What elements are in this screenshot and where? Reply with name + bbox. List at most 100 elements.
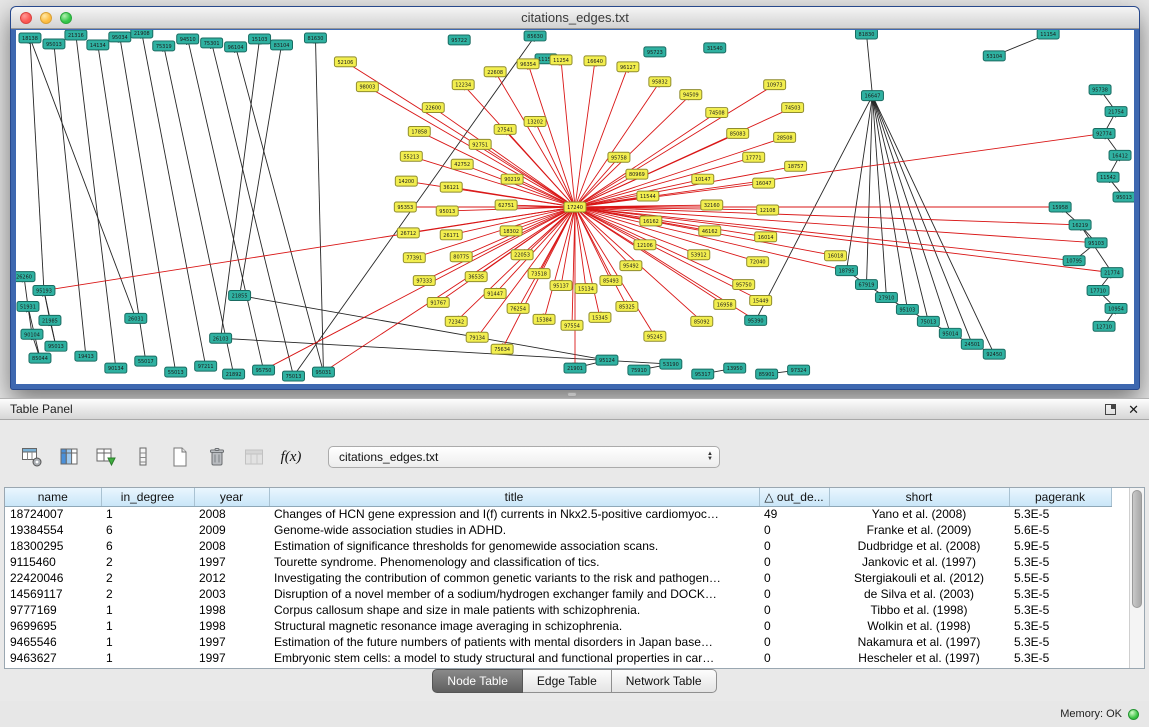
graph-node[interactable]: 17858 — [408, 126, 430, 136]
table-settings-button[interactable] — [18, 443, 46, 471]
column-header-year[interactable]: year — [194, 488, 269, 506]
graph-node[interactable]: 28508 — [774, 132, 796, 142]
graph-node[interactable]: 95034 — [109, 32, 131, 42]
import-table-button[interactable] — [240, 443, 268, 471]
graph-node[interactable]: 75301 — [201, 38, 223, 48]
graph-node[interactable]: 17710 — [1087, 286, 1109, 296]
table-row[interactable]: 1938455462009Genome-wide association stu… — [5, 522, 1111, 538]
graph-node[interactable]: 94510 — [177, 34, 199, 44]
column-header-in_degree[interactable]: in_degree — [101, 488, 194, 506]
table-row[interactable]: 1872400712008Changes of HCN gene express… — [5, 506, 1111, 522]
graph-node[interactable]: 53104 — [983, 51, 1005, 61]
graph-node[interactable]: 55213 — [400, 151, 422, 161]
graph-node[interactable]: 95750 — [733, 280, 755, 290]
graph-node[interactable]: 85630 — [524, 31, 546, 41]
graph-node[interactable]: 98003 — [356, 82, 378, 92]
graph-node[interactable]: 11154 — [1037, 30, 1059, 39]
graph-node[interactable]: 18757 — [785, 161, 807, 171]
graph-node[interactable]: 97333 — [413, 276, 435, 286]
graph-node[interactable]: 53912 — [688, 250, 710, 260]
graph-node[interactable]: 26171 — [440, 230, 462, 240]
graph-node[interactable]: 75634 — [491, 344, 513, 354]
graph-node[interactable]: 97554 — [561, 320, 583, 330]
graph-node[interactable]: 36121 — [440, 182, 462, 192]
graph-node[interactable]: 95832 — [649, 77, 671, 87]
graph-node[interactable]: 24501 — [961, 339, 983, 349]
graph-node[interactable]: 15134 — [575, 284, 597, 294]
graph-node[interactable]: 27910 — [875, 293, 897, 303]
graph-node[interactable]: 85901 — [756, 369, 778, 379]
graph-node[interactable]: 90104 — [21, 329, 43, 339]
graph-node[interactable]: 76254 — [507, 303, 529, 313]
graph-node[interactable]: 13950 — [724, 363, 746, 373]
column-header-short[interactable]: short — [829, 488, 1009, 506]
graph-node[interactable]: 67919 — [855, 280, 877, 290]
graph-node[interactable]: 90219 — [501, 174, 523, 184]
graph-node[interactable]: 85092 — [691, 316, 713, 326]
table-row[interactable]: 969969511998Structural magnetic resonanc… — [5, 618, 1111, 634]
column-header-out_degree[interactable]: △ out_de... — [759, 488, 829, 506]
graph-node[interactable]: 96354 — [517, 59, 539, 69]
graph-node[interactable]: 55017 — [135, 356, 157, 366]
new-table-button[interactable] — [166, 443, 194, 471]
graph-node[interactable]: 22608 — [484, 67, 506, 77]
graph-node[interactable]: 21855 — [229, 291, 251, 301]
graph-node[interactable]: 97324 — [788, 365, 810, 375]
graph-node[interactable]: 80775 — [450, 252, 472, 262]
row-options-button[interactable] — [129, 443, 157, 471]
graph-node[interactable]: 95013 — [45, 341, 67, 351]
graph-node[interactable]: 46162 — [699, 226, 721, 236]
show-columns-button[interactable] — [55, 443, 83, 471]
network-table-select[interactable]: citations_edges.txt ▲▼ — [328, 446, 720, 468]
graph-node[interactable]: 21901 — [564, 363, 586, 373]
graph-node[interactable]: 77391 — [403, 253, 425, 263]
column-header-title[interactable]: title — [269, 488, 759, 506]
graph-node[interactable]: 12108 — [757, 205, 779, 215]
graph-node[interactable]: 10954 — [1105, 303, 1127, 313]
graph-node[interactable]: 95103 — [1085, 238, 1107, 248]
graph-node[interactable]: 83104 — [271, 40, 293, 50]
graph-node[interactable]: 21908 — [131, 30, 153, 38]
graph-hub-node[interactable]: 17240 — [564, 202, 586, 212]
graph-node[interactable]: 91767 — [427, 297, 449, 307]
graph-node[interactable]: 13202 — [524, 117, 546, 127]
graph-node[interactable]: 96127 — [617, 62, 639, 72]
graph-node[interactable]: 12106 — [634, 240, 656, 250]
graph-node[interactable]: 90134 — [105, 363, 127, 373]
graph-node[interactable]: 95738 — [1089, 85, 1111, 95]
table-row[interactable]: 946554611997Estimation of the future num… — [5, 634, 1111, 650]
graph-node[interactable]: 95353 — [394, 202, 416, 212]
graph-node[interactable]: 75013 — [917, 316, 939, 326]
edit-table-button[interactable] — [92, 443, 120, 471]
table-row[interactable]: 2242004622012Investigating the contribut… — [5, 570, 1111, 586]
column-header-name[interactable]: name — [5, 488, 101, 506]
graph-node[interactable]: 16162 — [640, 216, 662, 226]
graph-node[interactable]: 73518 — [528, 269, 550, 279]
graph-node[interactable]: 74508 — [706, 108, 728, 118]
graph-node[interactable]: 95390 — [745, 315, 767, 325]
graph-node[interactable]: 15384 — [533, 314, 555, 324]
graph-node[interactable]: 18795 — [836, 266, 858, 276]
graph-node[interactable]: 95137 — [550, 281, 572, 291]
network-view-canvas[interactable]: 1813895013213161413495034219087531994510… — [16, 30, 1134, 384]
graph-node[interactable]: 32160 — [701, 200, 723, 210]
graph-node[interactable]: 92774 — [1093, 128, 1115, 138]
graph-node[interactable]: 11542 — [1097, 172, 1119, 182]
graph-node[interactable]: 75319 — [153, 41, 175, 51]
graph-node[interactable]: 74503 — [782, 103, 804, 113]
graph-node[interactable]: 10147 — [692, 174, 714, 184]
graph-node[interactable]: 75013 — [283, 371, 305, 381]
graph-node[interactable]: 96104 — [225, 42, 247, 52]
delete-table-button[interactable] — [203, 443, 231, 471]
tab-node-table[interactable]: Node Table — [432, 669, 523, 693]
graph-node[interactable]: 15958 — [1049, 202, 1071, 212]
graph-node[interactable]: 52106 — [334, 57, 356, 67]
graph-node[interactable]: 11254 — [550, 55, 572, 65]
graph-node[interactable]: 95013 — [43, 39, 65, 49]
graph-node[interactable]: 94509 — [680, 90, 702, 100]
graph-node[interactable]: 22600 — [422, 103, 444, 113]
graph-node[interactable]: 16014 — [755, 232, 777, 242]
graph-node[interactable]: 15103 — [249, 34, 271, 44]
graph-node[interactable]: 16047 — [753, 178, 775, 188]
graph-node[interactable]: 95750 — [253, 365, 275, 375]
